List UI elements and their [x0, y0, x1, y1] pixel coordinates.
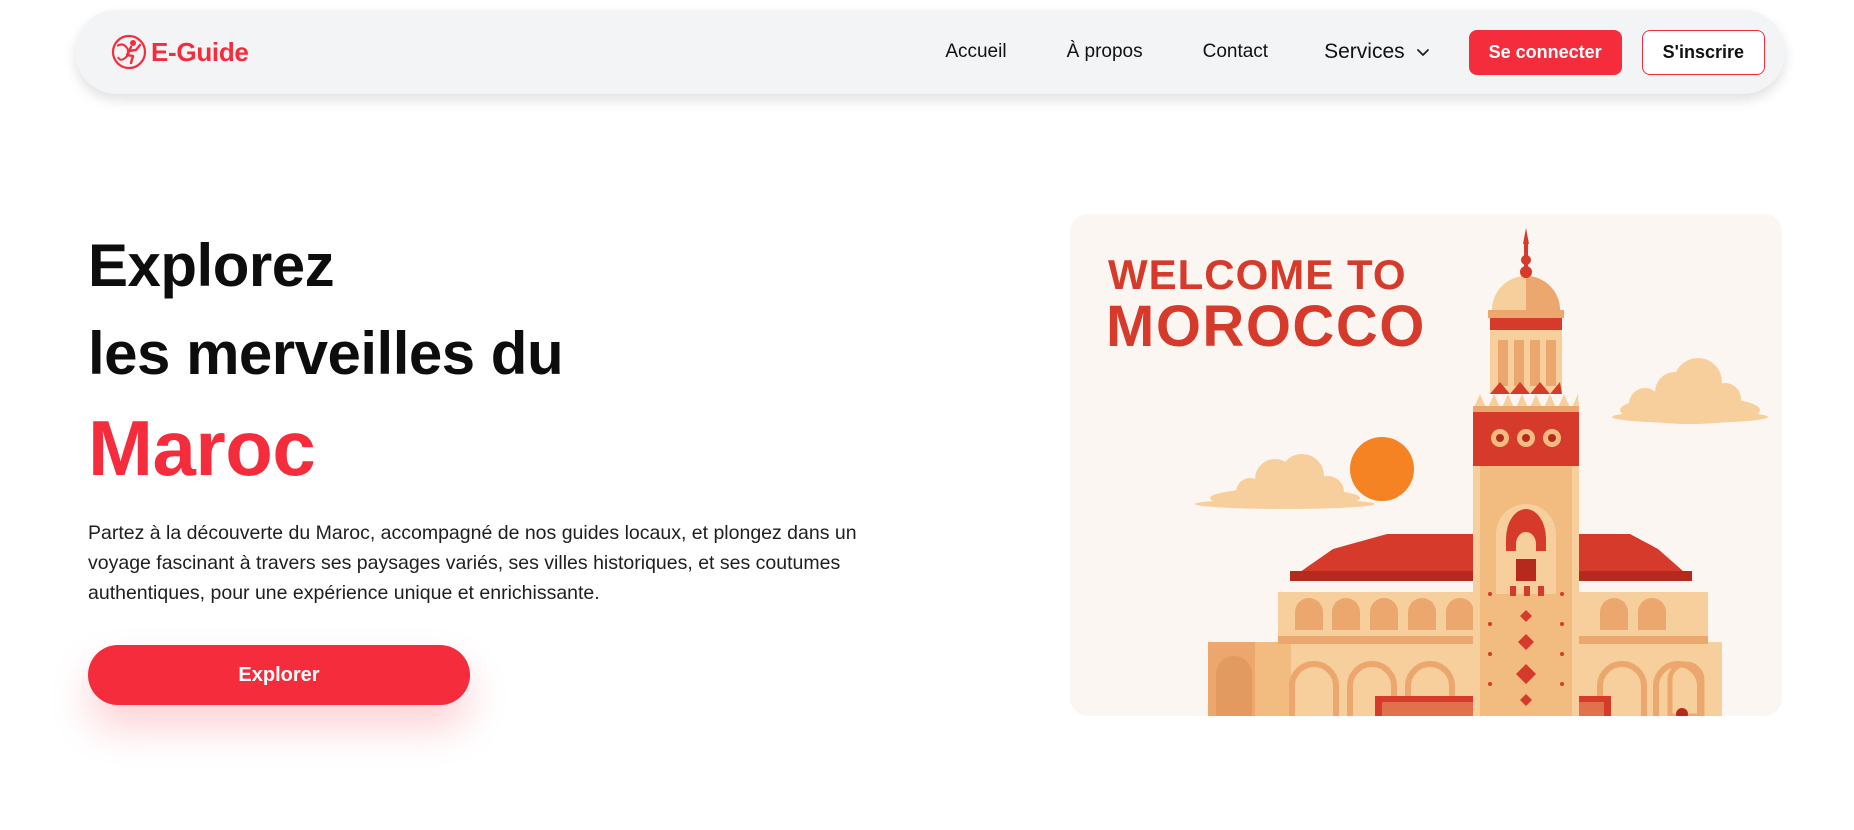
- nav-link-accueil[interactable]: Accueil: [945, 41, 1006, 63]
- cloud-right: [1612, 358, 1768, 424]
- nav-menu: Accueil À propos Contact Services Se con…: [945, 29, 1765, 75]
- services-label: Services: [1324, 40, 1405, 63]
- guide-logo-icon: [111, 34, 147, 70]
- hero-title-accent: Maroc: [88, 404, 316, 492]
- cloud-left: [1195, 454, 1375, 509]
- navbar: E-Guide Accueil À propos Contact Service…: [75, 10, 1785, 94]
- signup-button[interactable]: S'inscrire: [1641, 29, 1765, 75]
- hero-title-line1: Explorez: [88, 232, 335, 299]
- services-dropdown[interactable]: Services: [1324, 40, 1431, 64]
- morocco-illustration: WELCOME TO MOROCCO: [1070, 214, 1782, 716]
- hero-title-line2: les merveilles du: [88, 320, 564, 387]
- brand-name: E-Guide: [151, 36, 249, 67]
- hero-description: Partez à la découverte du Maroc, accompa…: [88, 522, 857, 604]
- hero-title: Explorez les merveilles du Maroc: [88, 222, 564, 498]
- welcome-line1: WELCOME TO: [1108, 251, 1407, 298]
- nav-link-a-propos[interactable]: À propos: [1067, 41, 1143, 63]
- brand-link[interactable]: E-Guide: [109, 32, 249, 72]
- login-button[interactable]: Se connecter: [1468, 29, 1622, 75]
- welcome-line2: MOROCCO: [1106, 294, 1426, 359]
- nav-link-contact[interactable]: Contact: [1203, 41, 1268, 63]
- sun-shape: [1350, 437, 1414, 501]
- explore-button[interactable]: Explorer: [88, 645, 470, 705]
- chevron-down-icon: [1416, 49, 1429, 56]
